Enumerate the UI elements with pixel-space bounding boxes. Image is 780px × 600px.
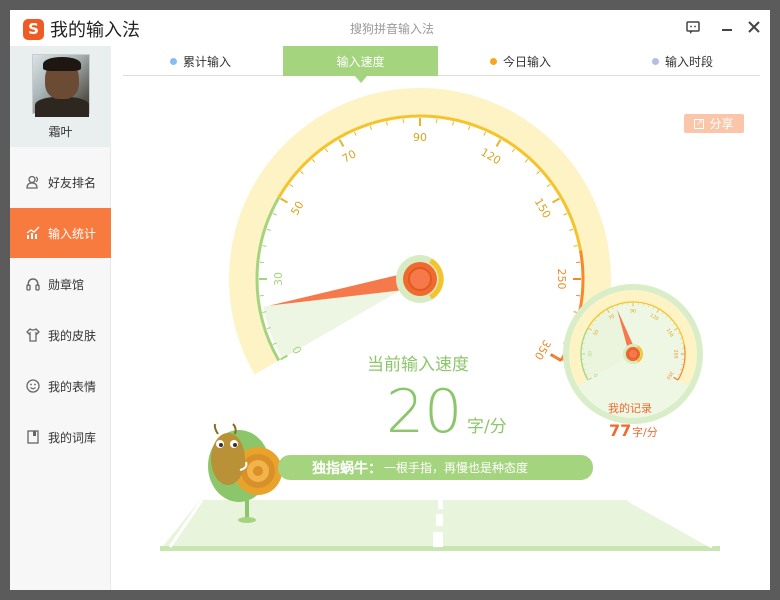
road-dash: [436, 514, 443, 526]
gauge-tick-label: 250: [672, 350, 678, 359]
gauge-tick-label: 70: [340, 147, 359, 165]
gauge-minor-tick: [452, 121, 454, 126]
gauge-tick-label: 90: [413, 131, 427, 144]
gauge-minor-tick: [386, 121, 388, 126]
gauge-minor-tick: [573, 245, 578, 247]
banner-title: 独指蜗牛：: [312, 460, 382, 477]
gauge-minor-tick: [536, 170, 540, 175]
gauge-minor-tick: [272, 213, 277, 216]
main-speed-gauge: 030507090120150250350: [229, 88, 611, 375]
gauge-minor-tick: [569, 228, 574, 231]
road-dash: [433, 532, 443, 547]
gauge-minor-tick: [289, 183, 294, 188]
speed-gauge-scene: 030507090120150250350 030507090120150250…: [160, 88, 720, 551]
record-value: 77: [609, 421, 632, 440]
gauge-minor-tick: [324, 148, 329, 153]
gauge-hub-center: [408, 267, 432, 291]
record-label: 我的记录: [608, 402, 652, 415]
gauge-tick-label: 250: [555, 269, 568, 290]
gauge-minor-tick: [468, 125, 471, 130]
gauge-tick-label: 150: [532, 196, 554, 221]
gauge-minor-tick: [369, 125, 372, 130]
gauge-minor-tick: [354, 131, 357, 136]
gauge-tick-label: 50: [288, 199, 306, 218]
gauge-major-tick: [280, 197, 288, 204]
gauge-minor-tick: [266, 228, 271, 231]
current-speed-label: 当前输入速度: [367, 355, 469, 375]
record-unit: 字/分: [632, 426, 658, 439]
gauge-minor-tick: [311, 159, 316, 163]
gauge-minor-tick: [546, 183, 551, 188]
app-window: S 我的输入法 搜狗拼音输入法 霜叶 好友排名 输入统计 勋章馆 我的皮肤 我的…: [10, 10, 770, 590]
gauge-major-tick: [552, 197, 560, 204]
gauge-major-tick: [338, 139, 345, 147]
current-speed-value: 20: [386, 377, 463, 447]
gauge-tick-label: 120: [478, 146, 503, 168]
gauge-minor-tick: [300, 170, 304, 175]
gauge-tick-label: 30: [588, 351, 594, 357]
gauge-tick-label: 350: [532, 337, 554, 362]
road-dash: [438, 500, 443, 509]
gauge-tick-label: 90: [630, 309, 636, 315]
gauge-minor-tick: [563, 213, 568, 216]
gauge-tick-label: 30: [272, 272, 285, 286]
gauge-minor-tick: [262, 245, 267, 247]
gauge-minor-tick: [483, 131, 486, 136]
gauge-major-tick: [495, 139, 502, 147]
achievement-banner: 独指蜗牛： 一根手指，再慢也是种态度: [278, 455, 593, 480]
current-speed-unit: 字/分: [467, 417, 507, 437]
gauge-minor-tick: [524, 159, 529, 163]
gauge-minor-tick: [511, 148, 516, 153]
banner-text: 一根手指，再慢也是种态度: [384, 461, 529, 475]
gauge-hub-center: [627, 348, 639, 360]
